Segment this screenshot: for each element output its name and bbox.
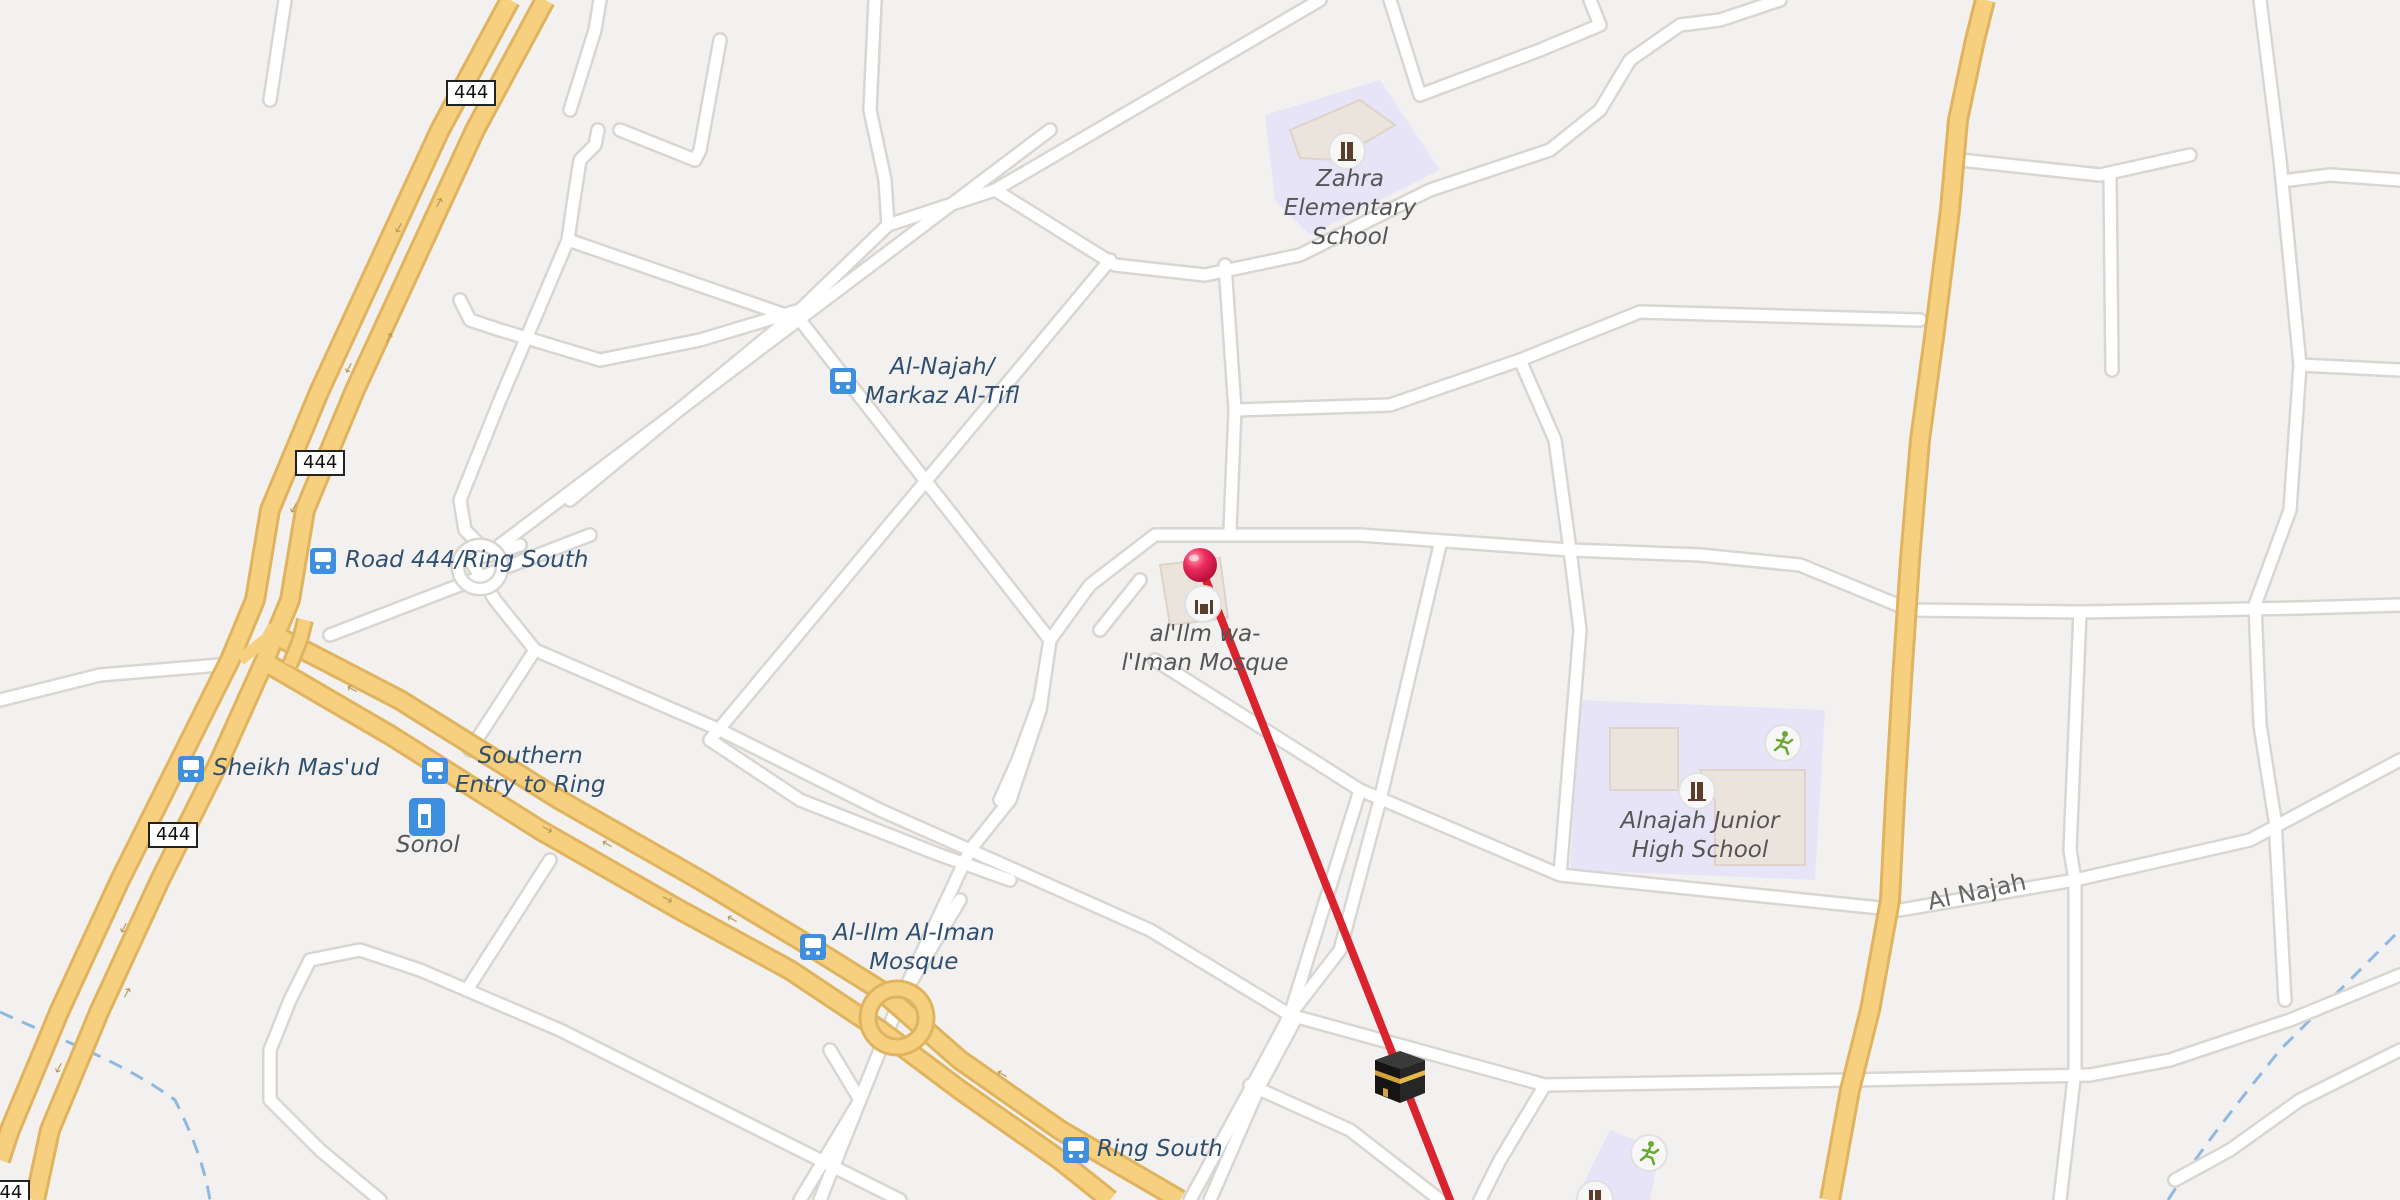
road-shield: 444 [295,450,346,476]
location-pin-icon[interactable] [1181,546,1219,586]
road-shield: 444 [0,1180,31,1200]
school-icon[interactable] [1678,772,1716,810]
bus-stop-label[interactable]: Road 444/Ring South [345,546,588,575]
bus-stop-icon[interactable] [310,548,336,574]
playground-icon[interactable] [1630,1134,1668,1172]
bus-stop-label[interactable]: Ring South [1097,1135,1223,1164]
map-view[interactable]: ← → ← → ← ← → ← ← → ← → ← ← 444 444 444 … [0,0,2400,1200]
bus-stop-icon[interactable] [422,758,448,784]
bus-stop-icon[interactable] [830,368,856,394]
bus-stop-label[interactable]: Sheikh Mas'ud [213,754,379,783]
school-label[interactable]: Alnajah Junior High School [1595,807,1805,865]
road-shield: 444 [446,80,497,106]
mosque-label[interactable]: al'Ilm wa- l'Iman Mosque [1100,620,1310,678]
kaaba-icon[interactable] [1370,1048,1430,1106]
bus-stop-label[interactable]: Southern Entry to Ring [455,742,605,800]
school-label[interactable]: Zahra Elementary School [1250,165,1450,252]
bus-stop-icon[interactable] [1063,1137,1089,1163]
alnajah-building-1 [1609,727,1679,791]
bus-stop-icon[interactable] [800,934,826,960]
fuel-station-label[interactable]: Sonol [396,831,460,860]
bus-stop-label[interactable]: Al-Najah/ Markaz Al-Tifl [865,353,1019,411]
bus-stop-label[interactable]: Al-Ilm Al-Iman Mosque [833,919,995,977]
playground-icon[interactable] [1764,724,1802,762]
mosque-icon[interactable] [1184,585,1222,623]
road-shield: 444 [148,822,199,848]
school-icon[interactable] [1576,1180,1614,1200]
bus-stop-icon[interactable] [178,756,204,782]
